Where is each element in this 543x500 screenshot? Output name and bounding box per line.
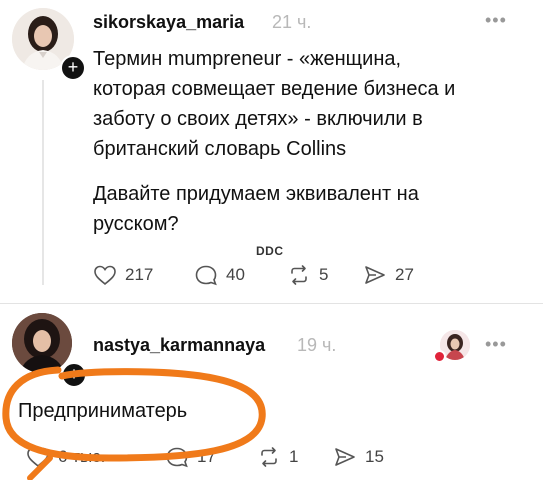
more-options-icon[interactable]: •••: [485, 10, 507, 31]
reply-text: Предприниматерь: [18, 400, 188, 422]
send-icon: [365, 266, 385, 284]
post-divider: [0, 303, 543, 304]
comment-count: 40: [226, 265, 245, 284]
repost-icon: [291, 265, 307, 285]
post-text-line: русском?: [93, 213, 179, 235]
avatar[interactable]: [12, 313, 72, 373]
comment-button[interactable]: 17: [165, 446, 216, 468]
repost-count: 1: [289, 447, 299, 466]
post-time: 21 ч.: [272, 12, 312, 32]
share-button[interactable]: 27: [363, 264, 414, 286]
watermark: DDC: [256, 244, 284, 258]
follow-plus-icon[interactable]: +: [60, 55, 86, 81]
heart-badge-icon: [433, 350, 446, 363]
comment-icon: [166, 447, 188, 468]
share-count: 27: [395, 265, 414, 284]
like-button[interactable]: 6 тыс.: [26, 446, 105, 468]
repost-button[interactable]: 1: [257, 446, 298, 468]
comment-icon: [195, 265, 217, 286]
post-time: 19 ч.: [297, 335, 337, 355]
comment-count: 17: [197, 447, 216, 466]
thread-line: [42, 80, 44, 285]
heart-icon: [27, 447, 49, 468]
like-count: 217: [125, 265, 154, 284]
share-count: 15: [365, 447, 384, 466]
post-text: Термин mumpreneur - «женщина, которая со…: [93, 44, 533, 164]
repost-icon: [261, 447, 277, 467]
comment-button[interactable]: 40: [194, 264, 245, 286]
post-text-line: заботу о своих детях» - включили в: [93, 108, 423, 130]
post-text-line: Давайте придумаем эквивалент на: [93, 183, 419, 205]
post-text-line: Термин mumpreneur - «женщина,: [93, 48, 402, 70]
like-button[interactable]: 217: [93, 264, 153, 286]
like-count: 6 тыс.: [58, 447, 106, 466]
repost-count: 5: [319, 265, 329, 284]
heart-icon: [94, 265, 116, 286]
follow-plus-icon[interactable]: +: [61, 362, 87, 388]
post-text-line: британский словарь Collins: [93, 138, 347, 160]
post-text-question: Давайте придумаем эквивалент на русском?: [93, 179, 533, 239]
username[interactable]: sikorskaya_maria: [93, 12, 244, 33]
post-text-line: которая совмещает ведение бизнеса и: [93, 78, 456, 100]
repost-button[interactable]: 5: [287, 264, 328, 286]
share-button[interactable]: 15: [333, 446, 384, 468]
more-options-icon[interactable]: •••: [485, 334, 507, 355]
username[interactable]: nastya_karmannaya: [93, 335, 265, 356]
send-icon: [335, 448, 355, 466]
